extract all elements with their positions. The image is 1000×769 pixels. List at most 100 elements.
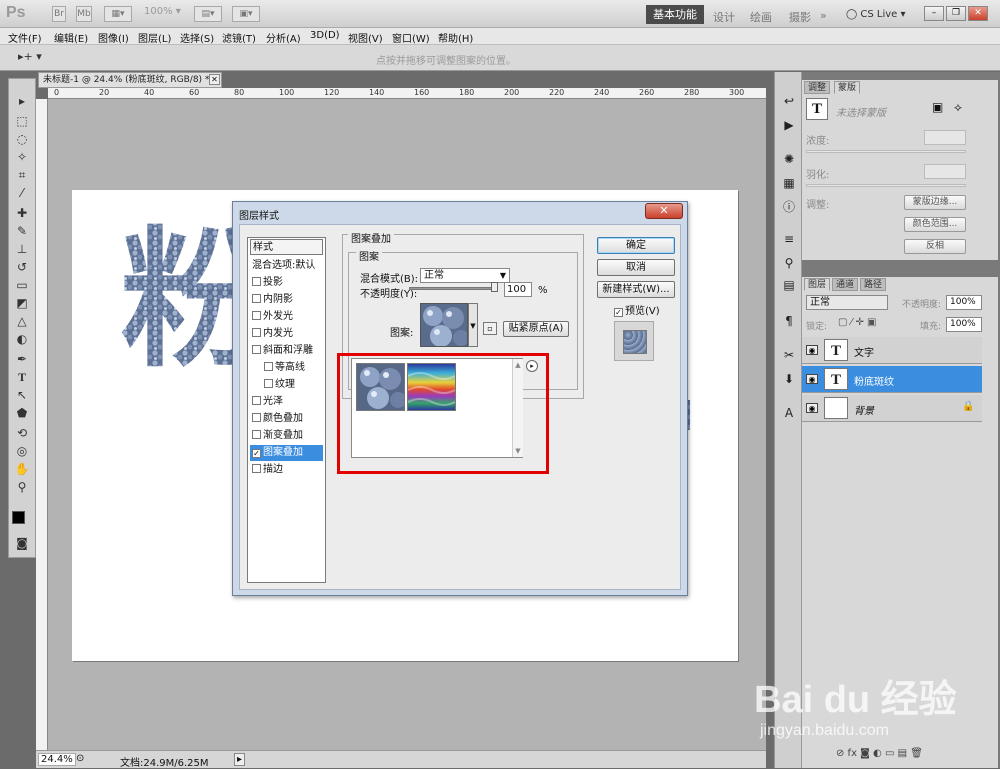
history-brush-icon[interactable]: ↺ bbox=[11, 259, 33, 275]
checkbox-icon[interactable] bbox=[252, 328, 261, 337]
checkbox-icon[interactable] bbox=[252, 294, 261, 303]
lasso-tool-icon[interactable]: ◌ bbox=[11, 131, 33, 147]
preview-checkbox[interactable]: ✓ 预览(V) bbox=[614, 302, 660, 320]
checkbox-icon[interactable] bbox=[252, 345, 261, 354]
style-item[interactable]: 外发光 bbox=[250, 309, 323, 325]
dodge-tool-icon[interactable]: ◐ bbox=[11, 331, 33, 347]
hand-tool-icon[interactable]: ✋ bbox=[11, 461, 33, 477]
close-button[interactable]: ✕ bbox=[968, 6, 988, 21]
workspace-design[interactable]: 设计 bbox=[713, 9, 735, 25]
style-item[interactable]: 内发光 bbox=[250, 326, 323, 342]
checkbox-icon[interactable] bbox=[252, 277, 261, 286]
bridge-icon[interactable]: Br bbox=[52, 6, 66, 22]
zoom-tool-icon[interactable]: ⚲ bbox=[11, 479, 33, 495]
checkbox-icon[interactable] bbox=[264, 379, 273, 388]
tool-preset-picker[interactable]: ▸+ ▾ bbox=[18, 50, 42, 63]
view-extras-icon[interactable]: ▦▾ bbox=[104, 6, 132, 22]
workspace-photography[interactable]: 摄影 bbox=[789, 9, 811, 25]
lock-icons[interactable]: ▢ ⁄ ✛ ▣ bbox=[838, 317, 876, 328]
pen-tool-icon[interactable]: ✒ bbox=[11, 351, 33, 367]
info-panel-icon[interactable]: ⓘ bbox=[781, 198, 797, 214]
invert-button[interactable]: 反相 bbox=[904, 239, 966, 254]
menu-window[interactable]: 窗口(W) bbox=[392, 30, 430, 45]
pattern-swatch[interactable] bbox=[420, 303, 469, 347]
mask-edge-button[interactable]: 蒙版边缘... bbox=[904, 195, 966, 210]
menu-layer[interactable]: 图层(L) bbox=[138, 30, 171, 45]
brush-tool-icon[interactable]: ✎ bbox=[11, 223, 33, 239]
checkbox-icon[interactable] bbox=[252, 430, 261, 439]
opacity-slider-thumb[interactable] bbox=[491, 282, 498, 292]
workspace-painting[interactable]: 绘画 bbox=[750, 9, 772, 25]
layer-comps-icon[interactable]: ⬇ bbox=[781, 372, 797, 386]
character-panel-icon[interactable]: A bbox=[781, 406, 797, 420]
cancel-button[interactable]: 取消 bbox=[597, 259, 675, 276]
styles-header[interactable]: 样式 bbox=[250, 239, 323, 255]
mini-bridge-icon[interactable]: Mb bbox=[76, 6, 92, 22]
actions-panel-icon[interactable]: ▶ bbox=[781, 118, 797, 132]
workspace-essentials[interactable]: 基本功能 bbox=[646, 5, 704, 24]
tab-masks[interactable]: 蒙版 bbox=[834, 81, 861, 94]
menu-edit[interactable]: 编辑(E) bbox=[54, 30, 88, 45]
path-select-icon[interactable]: ↖ bbox=[11, 387, 33, 403]
pattern-picker-arrow[interactable]: ▼ bbox=[468, 303, 478, 347]
style-item[interactable]: 斜面和浮雕 bbox=[250, 343, 323, 359]
ok-button[interactable]: 确定 bbox=[597, 237, 675, 254]
fill-input[interactable]: 100% bbox=[946, 317, 982, 332]
opacity-input[interactable]: 100 bbox=[504, 282, 532, 297]
layer-row[interactable]: ◉ 背景 🔒 bbox=[802, 395, 982, 422]
eye-icon[interactable]: ◉ bbox=[806, 345, 818, 355]
eyedropper-tool-icon[interactable]: ⁄ bbox=[11, 185, 33, 201]
new-preset-icon[interactable]: ▫ bbox=[483, 322, 497, 335]
cs-live-menu[interactable]: ◯ CS Live ▾ bbox=[846, 9, 906, 20]
quick-mask-icon[interactable]: ◙ bbox=[11, 535, 33, 551]
style-item[interactable]: 等高线 bbox=[250, 360, 323, 376]
move-tool-icon[interactable]: ▸ bbox=[11, 93, 33, 109]
feather-slider[interactable] bbox=[806, 184, 966, 187]
blend-mode-select[interactable]: 正常 ▼ bbox=[420, 268, 510, 283]
type-tool-icon[interactable]: T bbox=[11, 369, 33, 385]
paint-bucket-icon[interactable]: ◩ bbox=[11, 295, 33, 311]
menu-help[interactable]: 帮助(H) bbox=[438, 30, 473, 45]
color-range-button[interactable]: 颜色范围... bbox=[904, 217, 966, 232]
foreground-color-swatch[interactable] bbox=[12, 511, 25, 524]
workspace-more[interactable]: » bbox=[820, 9, 827, 22]
status-preview-icon[interactable]: ⊙ bbox=[76, 753, 84, 764]
status-menu-arrow[interactable]: ▸ bbox=[234, 753, 246, 766]
density-input[interactable] bbox=[924, 130, 966, 145]
style-item[interactable]: 描边 bbox=[250, 462, 323, 478]
style-item[interactable]: 混合选项:默认 bbox=[250, 258, 323, 274]
checkbox-icon[interactable] bbox=[252, 311, 261, 320]
layer-opacity-input[interactable]: 100% bbox=[946, 295, 982, 310]
clone-source-icon[interactable]: ⚲ bbox=[781, 256, 797, 270]
menu-filter[interactable]: 滤镜(T) bbox=[222, 30, 256, 45]
style-item[interactable]: 投影 bbox=[250, 275, 323, 291]
swatches-panel-icon[interactable]: ▦ bbox=[781, 176, 797, 190]
style-item[interactable]: 颜色叠加 bbox=[250, 411, 323, 427]
arrange-documents-icon[interactable]: ▤▾ bbox=[194, 6, 222, 22]
3d-rotate-icon[interactable]: ⟲ bbox=[11, 425, 33, 441]
tool-presets-icon[interactable]: ▤ bbox=[781, 278, 797, 292]
menu-3d[interactable]: 3D(D) bbox=[310, 30, 340, 41]
checkbox-icon[interactable] bbox=[252, 396, 261, 405]
tab-paths[interactable]: 路径 bbox=[860, 278, 887, 291]
brushes-panel-icon[interactable]: ≡ bbox=[781, 232, 797, 246]
opacity-slider[interactable] bbox=[409, 287, 495, 290]
style-item[interactable]: 光泽 bbox=[250, 394, 323, 410]
menu-view[interactable]: 视图(V) bbox=[348, 30, 383, 45]
checkbox-icon[interactable] bbox=[264, 362, 273, 371]
pixel-mask-icon[interactable]: ▣ bbox=[932, 100, 943, 114]
checkbox-icon[interactable] bbox=[252, 413, 261, 422]
clone-stamp-icon[interactable]: ⊥ bbox=[11, 241, 33, 257]
marquee-tool-icon[interactable]: ⬚ bbox=[11, 113, 33, 129]
minimize-button[interactable]: – bbox=[924, 6, 944, 21]
layer-row[interactable]: ◉ T 粉底斑纹 bbox=[802, 366, 982, 393]
style-item[interactable]: ✓ 图案叠加 bbox=[250, 445, 323, 461]
checked-checkbox-icon[interactable]: ✓ bbox=[252, 449, 261, 458]
layer-row[interactable]: ◉ T 文字 bbox=[802, 337, 982, 364]
healing-brush-icon[interactable]: ✚ bbox=[11, 205, 33, 221]
checkbox-icon[interactable] bbox=[252, 464, 261, 473]
vector-mask-icon[interactable]: ⟡ bbox=[954, 100, 962, 115]
history-panel-icon[interactable]: ↩ bbox=[781, 94, 797, 108]
menu-analysis[interactable]: 分析(A) bbox=[266, 30, 301, 45]
layer-blend-select[interactable]: 正常 bbox=[806, 295, 888, 310]
